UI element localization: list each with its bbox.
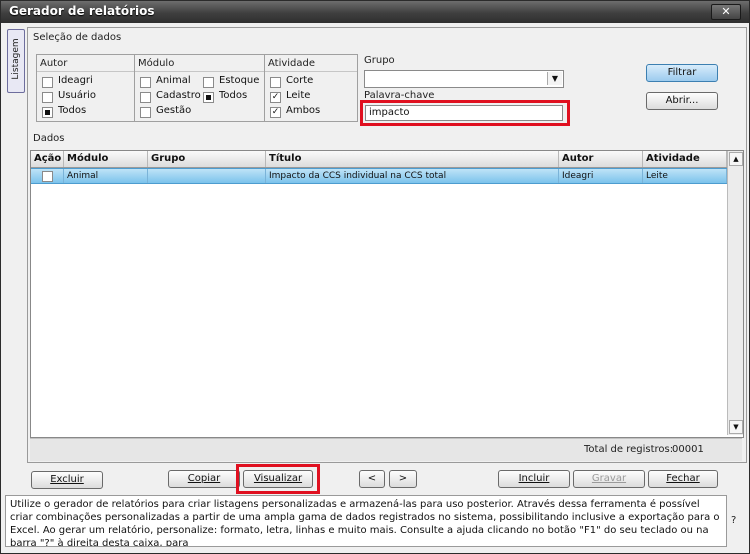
close-icon[interactable]: ✕ (711, 4, 741, 20)
tab-listagem-label: Listagem (11, 38, 21, 80)
grupo-select[interactable]: ▼ (364, 70, 564, 88)
atividade-corte-checkbox[interactable] (270, 77, 281, 88)
total-registros-value: 00001 (672, 444, 704, 455)
chevron-down-icon[interactable]: ▼ (547, 72, 562, 85)
modulo-animal-label: Animal (156, 75, 191, 86)
copiar-label: Copiar (187, 473, 221, 484)
column-header-modulo[interactable]: Módulo (64, 151, 148, 167)
autor-ideagri-checkbox[interactable] (42, 77, 53, 88)
incluir-label: Incluir (518, 473, 550, 484)
modulo-group: Módulo Animal Cadastro Gestão Estoque To… (134, 54, 266, 122)
gravar-button[interactable]: Gravar (573, 470, 645, 488)
column-header-grupo[interactable]: Grupo (148, 151, 266, 167)
prev-button[interactable]: < (359, 470, 385, 488)
atividade-leite-checkbox[interactable]: ✓ (270, 92, 281, 103)
column-header-titulo[interactable]: Título (266, 151, 559, 167)
atividade-ambos-checkbox[interactable]: ✓ (270, 107, 281, 118)
modulo-gestao-checkbox[interactable] (140, 107, 151, 118)
title-bar: Gerador de relatórios ✕ (1, 1, 749, 23)
total-registros-label: Total de registros: (584, 444, 674, 455)
window-title: Gerador de relatórios (9, 4, 155, 18)
row-grupo-cell (148, 169, 266, 183)
autor-usuario-checkbox[interactable] (42, 92, 53, 103)
row-acao-cell (31, 169, 64, 183)
atividade-leite-label: Leite (286, 90, 311, 101)
modulo-cadastro-checkbox[interactable] (140, 92, 151, 103)
highlight-palavra-chave (360, 100, 570, 126)
atividade-corte-label: Corte (286, 75, 314, 86)
modulo-estoque-label: Estoque (219, 75, 260, 86)
autor-todos-label: Todos (58, 105, 87, 116)
modulo-title: Módulo (138, 58, 175, 69)
autor-group: Autor Ideagri Usuário Todos (36, 54, 136, 122)
help-question-mark[interactable]: ? (731, 515, 736, 526)
modulo-cadastro-label: Cadastro (156, 90, 201, 101)
row-autor-cell: Ideagri (559, 169, 643, 183)
help-text: Utilize o gerador de relatórios para cri… (5, 495, 727, 547)
table-row[interactable]: Animal Impacto da CCS individual na CCS … (31, 168, 727, 184)
column-header-autor[interactable]: Autor (559, 151, 643, 167)
autor-usuario-label: Usuário (58, 90, 97, 101)
abrir-button[interactable]: Abrir... (646, 92, 718, 110)
data-table: Ação Módulo Grupo Título Autor Atividade… (30, 150, 744, 438)
table-scrollbar[interactable]: ▲ ▼ (727, 151, 743, 435)
scroll-down-icon[interactable]: ▼ (729, 420, 743, 434)
column-header-acao[interactable]: Ação (31, 151, 64, 167)
table-footer: Total de registros: 00001 (30, 438, 742, 461)
autor-todos-checkbox[interactable] (42, 107, 53, 118)
excluir-button[interactable]: Excluir (31, 471, 103, 489)
main-panel: Seleção de dados Autor Ideagri Usuário T… (27, 27, 747, 463)
grupo-label: Grupo (364, 55, 395, 66)
autor-title: Autor (40, 58, 68, 69)
report-generator-window: Gerador de relatórios ✕ Listagem Seleção… (0, 0, 750, 554)
modulo-estoque-checkbox[interactable] (203, 77, 214, 88)
modulo-todos-label: Todos (219, 90, 248, 101)
modulo-todos-checkbox[interactable] (203, 92, 214, 103)
excluir-label: Excluir (50, 474, 84, 485)
row-acao-checkbox[interactable] (42, 171, 53, 182)
atividade-group: Atividade Corte ✓ Leite ✓ Ambos (264, 54, 358, 122)
filtrar-button[interactable]: Filtrar (646, 64, 718, 82)
highlight-visualizar (236, 464, 320, 494)
scroll-up-icon[interactable]: ▲ (729, 152, 743, 166)
next-button[interactable]: > (389, 470, 417, 488)
column-header-atividade[interactable]: Atividade (643, 151, 727, 167)
selecao-title: Seleção de dados (33, 32, 122, 43)
tab-listagem[interactable]: Listagem (7, 29, 25, 93)
atividade-title: Atividade (268, 58, 316, 69)
fechar-label: Fechar (666, 473, 700, 484)
copiar-button[interactable]: Copiar (168, 470, 240, 488)
gravar-label: Gravar (591, 473, 627, 484)
modulo-gestao-label: Gestão (156, 105, 192, 116)
modulo-animal-checkbox[interactable] (140, 77, 151, 88)
fechar-button[interactable]: Fechar (648, 470, 718, 488)
row-modulo-cell: Animal (64, 169, 148, 183)
table-header: Ação Módulo Grupo Título Autor Atividade (31, 151, 727, 168)
row-titulo-cell: Impacto da CCS individual na CCS total (266, 169, 559, 183)
dados-title: Dados (33, 133, 65, 144)
autor-ideagri-label: Ideagri (58, 75, 93, 86)
atividade-ambos-label: Ambos (286, 105, 321, 116)
incluir-button[interactable]: Incluir (498, 470, 570, 488)
row-atividade-cell: Leite (643, 169, 727, 183)
